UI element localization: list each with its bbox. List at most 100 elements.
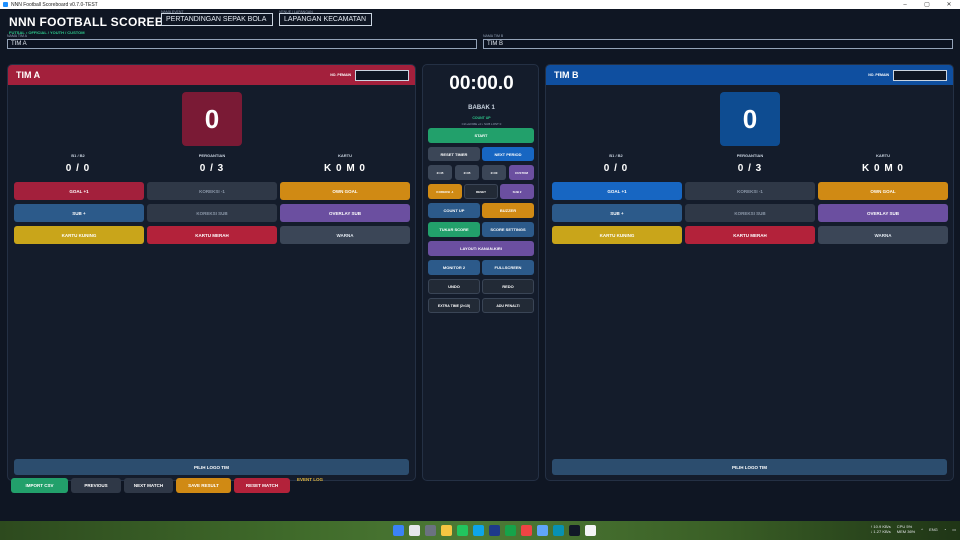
maximize-button[interactable]: ▢ [916,0,938,9]
layout-button[interactable]: LAYOUT: KANAN-KIRI [428,241,534,256]
preset-2x30-button[interactable]: 2×30 [482,165,506,180]
team-a-stat-kartu: KARTU K 0 M 0 [323,153,366,174]
team-b-red-card-button[interactable]: KARTU MERAH [685,226,815,244]
language-indicator[interactable]: ENG [929,527,938,532]
browser-icon[interactable] [457,525,468,536]
net-down-label: ↓ 1.27 KB/s [870,529,891,534]
team-a-panel: TIM A NO. PEMAIN 0 B1 / B2 0 / 0 PERGANT… [7,64,416,481]
app-icon-teal[interactable] [553,525,564,536]
tukar-score-button[interactable]: TUKAR SCORE [428,222,480,237]
team-a-player-number-input[interactable] [355,69,409,81]
team-a-own-goal-button[interactable]: OWN GOAL [280,182,410,200]
app-root: NNN FOOTBALL SCOREBOARD FUTSAL • OFFICIA… [0,9,960,521]
task-view-icon[interactable] [425,525,436,536]
team-b-stat-kartu: KARTU K 0 M 0 [861,153,904,174]
save-result-button[interactable]: SAVE RESULT [176,478,231,493]
store-icon[interactable] [489,525,500,536]
preset-custom-button[interactable]: CUSTOM [509,165,534,180]
battery-icon[interactable]: ▭ [952,527,956,532]
monitor-button[interactable]: MONITOR 2 [428,260,480,275]
team-b-goal-button[interactable]: GOAL +1 [552,182,682,200]
team-a-title: TIM A [16,70,41,80]
undo-button[interactable]: UNDO [428,279,480,294]
team-b-title: TIM B [554,70,579,80]
team-a-stat-b1b2: B1 / B2 0 / 0 [65,153,91,174]
team-a-header: TIM A NO. PEMAIN [8,65,415,85]
team-a-red-card-button[interactable]: KARTU MERAH [147,226,277,244]
venue-field[interactable]: LAPANGAN KECAMATAN [279,13,372,26]
match-timer: 00:00.0 [449,73,514,94]
preset-2x35-button[interactable]: 2×35 [455,165,479,180]
team-a-yellow-card-button[interactable]: KARTU KUNING [14,226,144,244]
app-icon-blue[interactable] [537,525,548,536]
timer-adjust-reset-button[interactable]: RESET [464,184,498,199]
timer-adjust-plus-button[interactable]: SUB 2 [500,184,534,199]
next-match-button[interactable]: NEXT MATCH [124,478,173,493]
team-a-stat-pergantian: PERGANTIAN 0 / 3 [198,153,226,174]
chevron-up-icon[interactable]: ^ [921,527,923,532]
mem-label: MEM 36% [896,529,916,534]
team-b-panel: TIM B NO. PEMAIN 0 B1 / B2 0 / 0 PERGANT… [545,64,954,481]
team-b-color-button[interactable]: WARNA [818,226,948,244]
team-a-logo-button[interactable]: PILIH LOGO TIM [14,459,409,475]
buzzer-button[interactable]: BUZZER [482,203,534,218]
window-titlebar: NNN Football Scoreboard v0.7.0-TEST – ▢ … [0,0,960,9]
reset-timer-button[interactable]: RESET TIMER [428,147,480,161]
extra-time-button[interactable]: EXTRA TIME (2×15) [428,298,480,313]
event-name-field[interactable]: PERTANDINGAN SEPAK BOLA [161,13,273,26]
team-a-overlay-sub-button[interactable]: OVERLAY SUB [280,204,410,222]
team-b-stat-b1b2: B1 / B2 0 / 0 [603,153,629,174]
team-b-stat-pergantian: PERGANTIAN 0 / 3 [736,153,764,174]
team-b-sub-button[interactable]: SUB + [552,204,682,222]
system-tray: ↑ 10.9 KB/s ↓ 1.27 KB/s CPU 5% MEM 36% ^… [870,524,956,534]
import-csv-button[interactable]: IMPORT CSV [11,478,68,493]
team-b-header: TIM B NO. PEMAIN [546,65,953,85]
timer-mode-label: COUNT UP [472,116,491,120]
fullscreen-button[interactable]: FULLSCREEN [482,260,534,275]
team-a-color-button[interactable]: WARNA [280,226,410,244]
adu-penalti-button[interactable]: ADU PENALTI [482,298,534,313]
team-b-name-field[interactable]: TIM B [483,39,953,49]
reset-match-button[interactable]: RESET MATCH [234,478,290,493]
team-b-yellow-card-button[interactable]: KARTU KUNING [552,226,682,244]
app-icon [3,2,8,7]
team-a-name-label: NAMA TIM A [7,34,27,38]
redo-button[interactable]: REDO [482,279,534,294]
previous-button[interactable]: PREVIOUS [71,478,121,493]
edge-icon[interactable] [473,525,484,536]
period-label: BABAK 1 [468,105,495,111]
preset-2x45-button[interactable]: 2×45 [428,165,452,180]
file-explorer-icon[interactable] [441,525,452,536]
start-button[interactable]: START [428,128,534,143]
score-settings-button[interactable]: SCORE SETTINGS [482,222,534,237]
shortcut-hint: Ctrl+HOME +0 • SUB LOST 0 [461,122,502,126]
team-a-goal-button[interactable]: GOAL +1 [14,182,144,200]
timer-control-panel: 00:00.0 BABAK 1 COUNT UP Ctrl+HOME +0 • … [422,64,539,481]
timer-adjust-minus-button[interactable]: KOREKSI -1 [428,184,462,199]
team-b-player-number-input[interactable] [893,69,947,81]
excel-icon[interactable] [505,525,516,536]
team-a-name-field[interactable]: TIM A [7,39,477,49]
minimize-button[interactable]: – [894,0,916,9]
terminal-icon[interactable] [569,525,580,536]
team-a-sub-button[interactable]: SUB + [14,204,144,222]
scoreboard-app-icon[interactable] [585,525,596,536]
taskbar: ↑ 10.9 KB/s ↓ 1.27 KB/s CPU 5% MEM 36% ^… [0,521,960,540]
team-b-logo-button[interactable]: PILIH LOGO TIM [552,459,947,475]
player-number-label: NO. PEMAIN [868,73,889,77]
search-icon[interactable] [409,525,420,536]
count-up-button[interactable]: COUNT UP [428,203,480,218]
team-b-koreksi-sub-button[interactable]: KOREKSI SUB [685,204,815,222]
team-a-koreksi-sub-button[interactable]: KOREKSI SUB [147,204,277,222]
app-icon-red[interactable] [521,525,532,536]
wifi-icon[interactable]: ◔ [944,527,946,532]
event-log-label: EVENT LOG [297,477,324,482]
start-menu-icon[interactable] [393,525,404,536]
team-b-name-label: NAMA TIM B [483,34,504,38]
team-b-own-goal-button[interactable]: OWN GOAL [818,182,948,200]
team-b-koreksi-button[interactable]: KOREKSI -1 [685,182,815,200]
next-period-button[interactable]: NEXT PERIOD [482,147,534,161]
close-button[interactable]: ✕ [938,0,960,9]
team-b-overlay-sub-button[interactable]: OVERLAY SUB [818,204,948,222]
team-a-koreksi-button[interactable]: KOREKSI -1 [147,182,277,200]
